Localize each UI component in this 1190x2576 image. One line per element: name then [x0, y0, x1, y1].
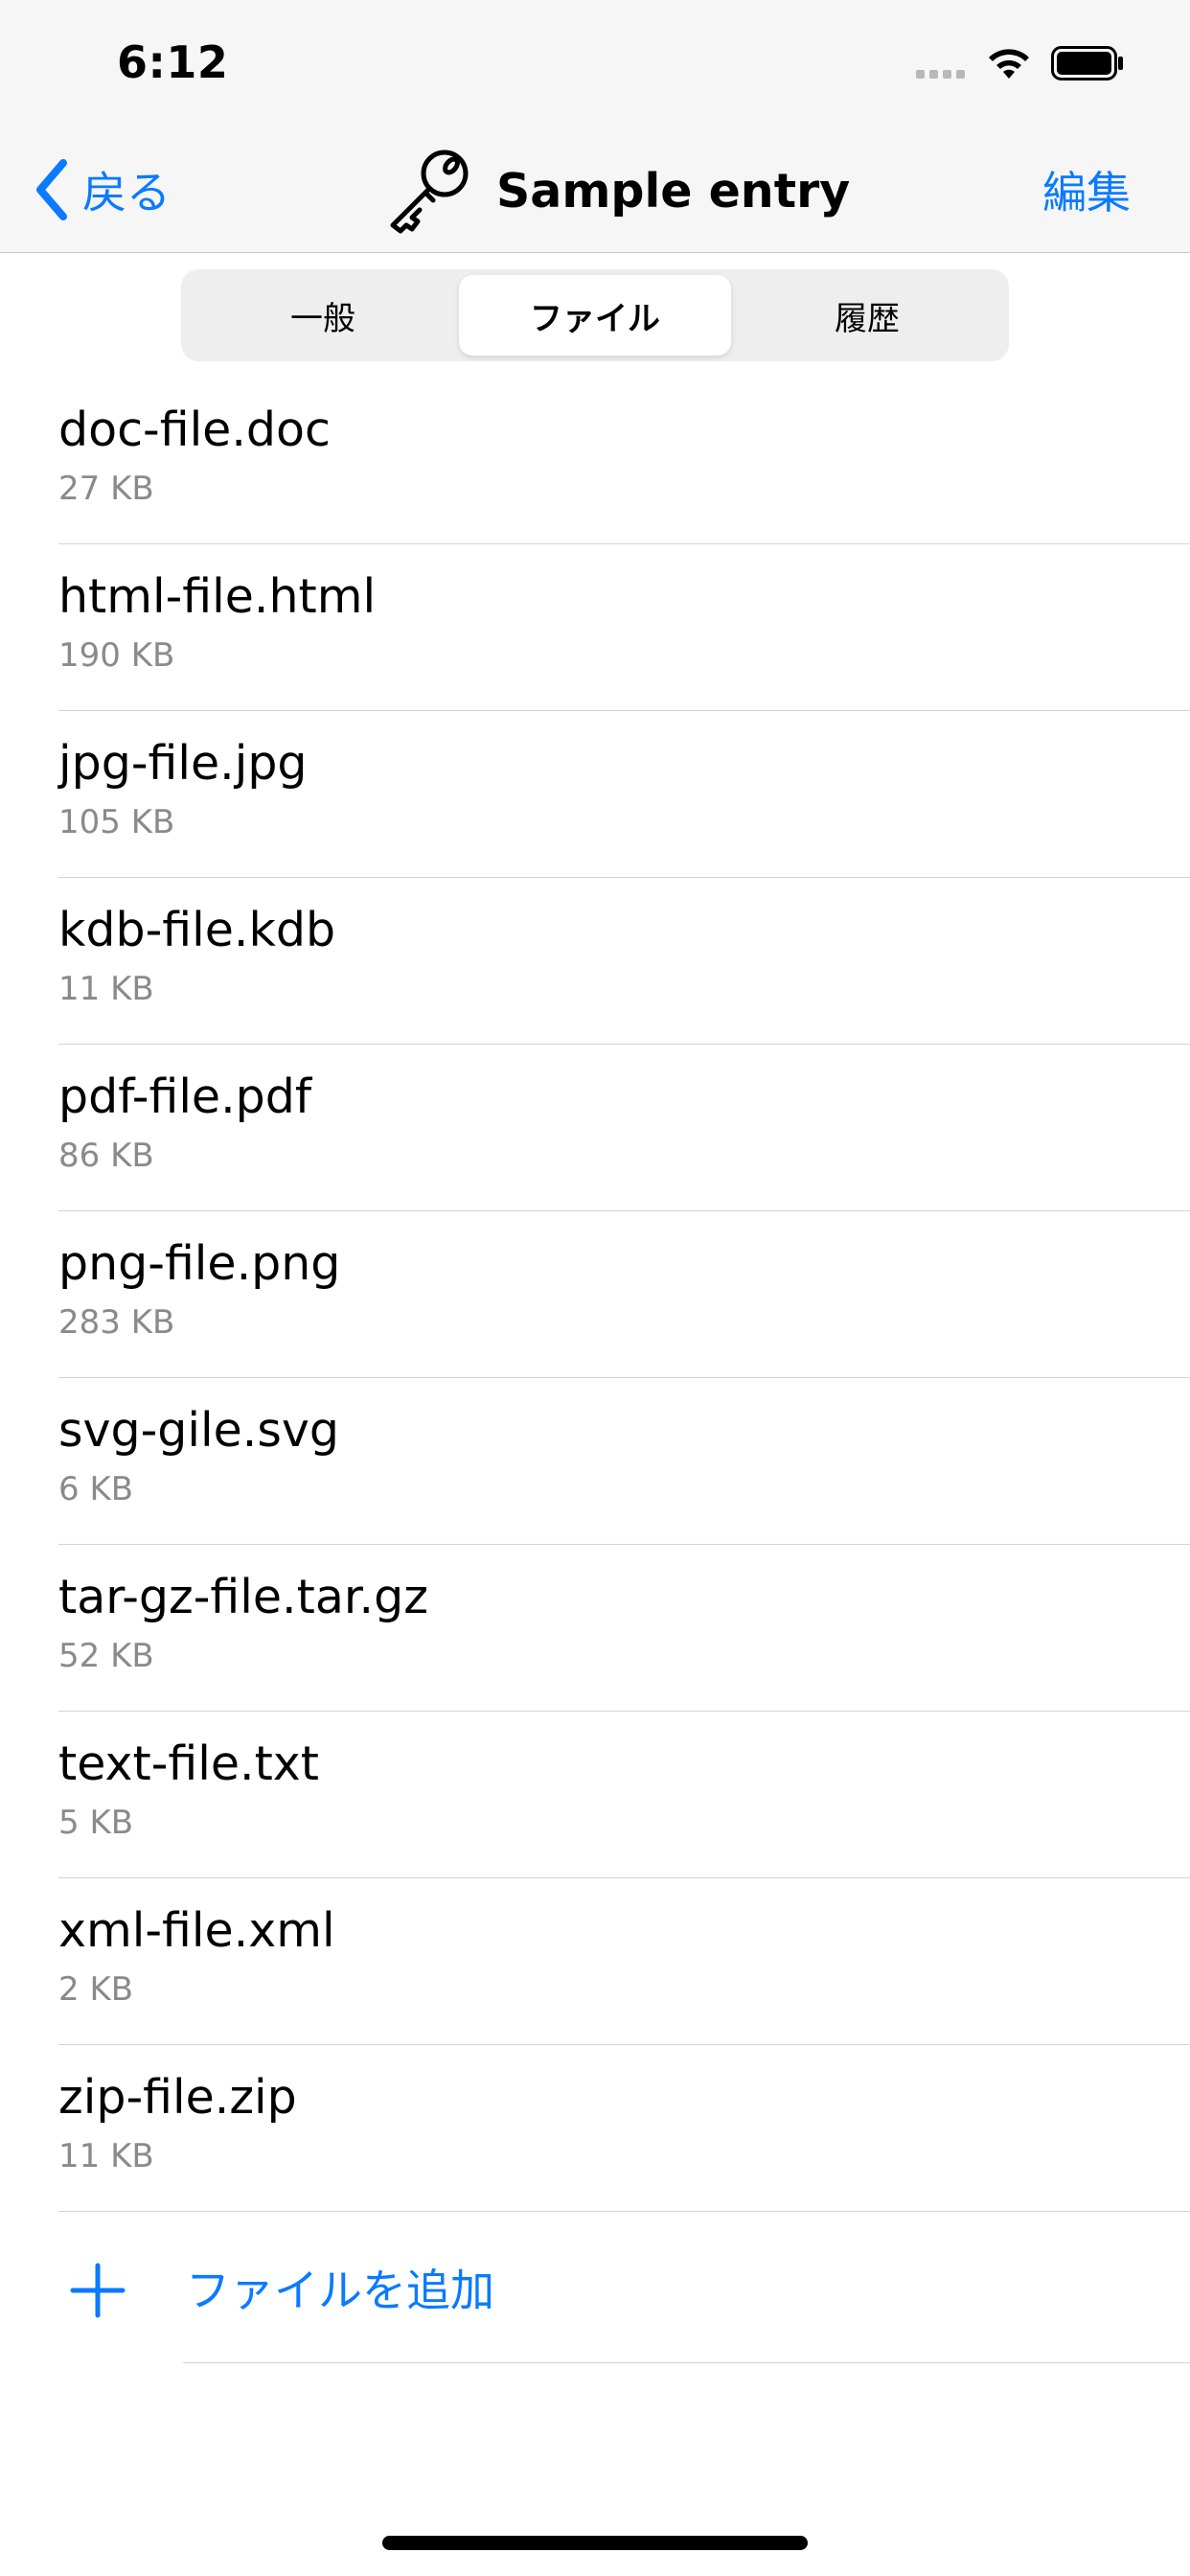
file-name: pdf-file.pdf [58, 1070, 312, 1124]
file-size: 11 KB [58, 970, 154, 1008]
nav-title-group: Sample entry [383, 144, 850, 238]
file-name: kdb-file.kdb [58, 903, 336, 957]
cellular-signal-icon [916, 70, 965, 79]
tab-files[interactable]: ファイル [459, 275, 731, 356]
file-name: text-file.txt [58, 1736, 320, 1791]
list-item[interactable]: kdb-file.kdb 11 KB [0, 878, 1190, 1045]
file-list: doc-file.doc 27 KB html-file.html 190 KB… [0, 378, 1190, 2212]
file-size: 105 KB [58, 803, 175, 841]
file-name: zip-file.zip [58, 2070, 297, 2125]
list-item[interactable]: text-file.txt 5 KB [0, 1712, 1190, 1878]
file-name: xml-file.xml [58, 1903, 335, 1958]
file-size: 27 KB [58, 470, 154, 508]
back-label: 戻る [82, 167, 171, 218]
list-item[interactable]: doc-file.doc 27 KB [0, 378, 1190, 544]
list-item[interactable]: tar-gz-file.tar.gz 52 KB [0, 1545, 1190, 1712]
home-indicator [382, 2536, 808, 2550]
file-name: tar-gz-file.tar.gz [58, 1570, 428, 1624]
file-name: svg-gile.svg [58, 1403, 339, 1458]
file-size: 190 KB [58, 636, 175, 675]
file-name: html-file.html [58, 569, 377, 624]
tab-history[interactable]: 履歴 [731, 275, 1003, 356]
file-name: png-file.png [58, 1236, 341, 1291]
add-file-button[interactable]: ファイルを追加 [0, 2212, 1190, 2363]
status-time: 6:12 [117, 36, 229, 88]
file-size: 11 KB [58, 2137, 154, 2175]
list-item[interactable]: xml-file.xml 2 KB [0, 1878, 1190, 2045]
file-name: doc-file.doc [58, 402, 331, 457]
back-button[interactable]: 戻る [34, 155, 171, 224]
battery-icon [1051, 46, 1123, 80]
list-item[interactable]: zip-file.zip 11 KB [0, 2045, 1190, 2212]
list-item[interactable]: jpg-file.jpg 105 KB [0, 711, 1190, 878]
file-size: 52 KB [58, 1637, 154, 1675]
wifi-icon [989, 49, 1029, 79]
file-size: 86 KB [58, 1137, 154, 1175]
key-icon [390, 150, 469, 234]
list-item[interactable]: png-file.png 283 KB [0, 1211, 1190, 1378]
list-item[interactable]: pdf-file.pdf 86 KB [0, 1045, 1190, 1211]
page-title: Sample entry [496, 163, 851, 218]
file-size: 6 KB [58, 1470, 134, 1508]
file-name: jpg-file.jpg [58, 736, 308, 791]
navigation-bar: 6:12 戻る Sample entry 編集 [0, 0, 1190, 253]
list-item[interactable]: svg-gile.svg 6 KB [0, 1378, 1190, 1545]
segmented-control: 一般 ファイル 履歴 [181, 269, 1009, 361]
add-file-label: ファイルを追加 [186, 2265, 494, 2316]
list-item[interactable]: html-file.html 190 KB [0, 544, 1190, 711]
file-size: 2 KB [58, 1970, 134, 2009]
file-size: 5 KB [58, 1804, 134, 1842]
chevron-left-icon [36, 159, 67, 220]
edit-button[interactable]: 編集 [1042, 155, 1131, 224]
tab-general[interactable]: 一般 [187, 275, 459, 356]
plus-icon [70, 2263, 126, 2318]
file-size: 283 KB [58, 1303, 175, 1342]
